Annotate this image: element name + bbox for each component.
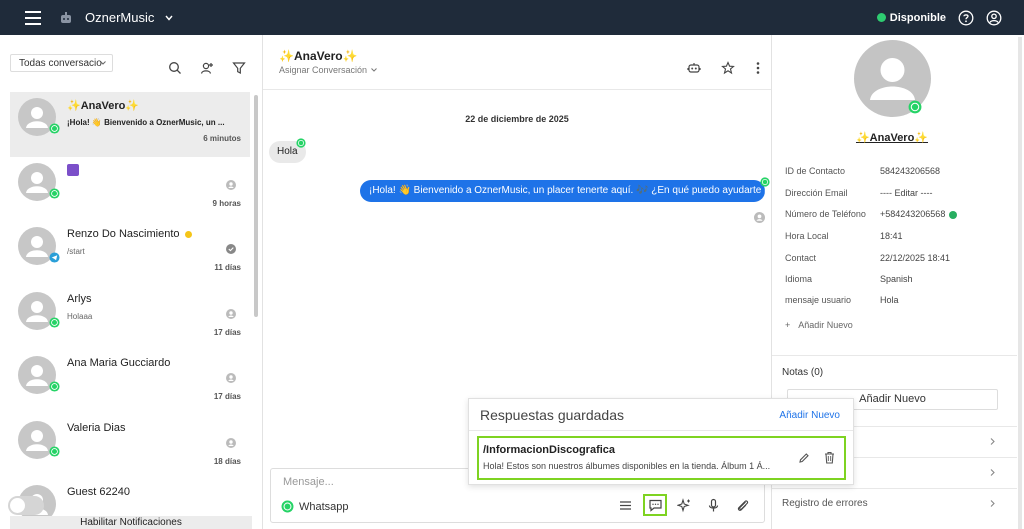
conversation-name: Guest 62240: [67, 486, 130, 498]
conversation-item[interactable]: Valeria Dias 18 días: [10, 415, 250, 480]
status-dot: [876, 13, 886, 22]
saved-reply-item[interactable]: /InformacionDiscografica Hola! Estos son…: [477, 436, 846, 480]
whatsapp-icon: [281, 500, 294, 513]
chat-header: ✨AnaVero✨ Asignar Conversación: [263, 35, 771, 90]
conversation-name: Ana Maria Gucciardo: [67, 357, 171, 369]
availability-status[interactable]: Disponible: [876, 11, 946, 24]
conversation-name: Arlys: [67, 292, 92, 305]
conversation-time: 18 días: [213, 456, 241, 466]
chevron-right-icon: [990, 469, 995, 476]
assigned-user-icon: [226, 437, 236, 448]
trash-icon[interactable]: [824, 451, 835, 464]
chevron-right-icon: [990, 438, 995, 445]
conversation-time: 9 horas: [212, 198, 241, 208]
enable-notifications-button[interactable]: Habilitar Notificaciones: [10, 516, 252, 529]
star-icon[interactable]: [721, 61, 735, 75]
filter-icon[interactable]: [232, 61, 246, 75]
conversation-name: Valeria Dias: [67, 421, 126, 434]
conversation-time: 17 días: [213, 327, 241, 337]
notifications-toggle[interactable]: [8, 496, 44, 515]
assign-conversation-dropdown[interactable]: Asignar Conversación: [279, 65, 378, 75]
conversation-time: 17 días: [213, 392, 241, 401]
bot-icon[interactable]: [687, 61, 701, 75]
chevron-down-icon: [100, 61, 106, 65]
emoji-icon: [67, 163, 79, 176]
conversation-time: 6 minutos: [203, 134, 241, 143]
conversation-list: ✨AnaVero✨ ¡Hola! 👋 Bienvenido a OznerMus…: [10, 92, 250, 529]
add-attribute-button[interactable]: + Añadir Nuevo: [785, 320, 853, 330]
top-bar: OznerMusic Disponible: [0, 0, 1024, 35]
app-name[interactable]: OznerMusic: [85, 10, 154, 25]
menu-icon[interactable]: [25, 10, 41, 25]
date-separator: 22 de diciembre de 2025: [465, 114, 569, 124]
plus-icon: +: [785, 320, 791, 330]
ai-sparkle-icon[interactable]: [677, 497, 692, 513]
saved-reply-text: Hola! Estos son nuestros álbumes disponi…: [483, 461, 771, 471]
saved-replies-popup: Respuestas guardadas Añadir Nuevo /Infor…: [468, 398, 854, 485]
list-icon[interactable]: [618, 498, 633, 513]
message-input[interactable]: Mensaje...: [283, 476, 334, 488]
conversation-item[interactable]: Ana Maria Gucciardo 17 días: [10, 350, 250, 415]
help-icon[interactable]: [958, 10, 974, 26]
conversation-filter-select[interactable]: Todas conversacio: [10, 54, 113, 72]
assigned-user-icon: [226, 179, 236, 190]
whatsapp-icon: [49, 316, 60, 328]
whatsapp-icon: [49, 445, 60, 457]
add-contact-icon[interactable]: [200, 61, 214, 75]
notes-label: Notas (0): [782, 367, 824, 378]
conversation-preview: Holaaa: [67, 311, 93, 321]
whatsapp-icon: [49, 187, 60, 199]
search-icon[interactable]: [168, 61, 182, 75]
conversation-name: Renzo Do Nascimiento: [67, 228, 192, 240]
chevron-down-icon[interactable]: [164, 13, 174, 23]
user-account-icon[interactable]: [986, 10, 1002, 26]
saved-replies-button[interactable]: [643, 494, 667, 516]
assigned-user-icon: [226, 373, 236, 383]
telegram-icon: [49, 252, 60, 263]
conversation-item[interactable]: Renzo Do Nascimiento /start 11 días: [10, 221, 250, 286]
agent-avatar-icon: [754, 212, 765, 223]
conversation-name: ✨AnaVero✨: [67, 100, 140, 112]
whatsapp-icon: [296, 138, 306, 148]
conversation-item[interactable]: Arlys Holaaa 17 días: [10, 286, 250, 351]
conversation-item[interactable]: ✨AnaVero✨ ¡Hola! 👋 Bienvenido a OznerMus…: [10, 92, 250, 157]
channel-selector[interactable]: Whatsapp: [281, 500, 349, 513]
scrollbar[interactable]: [1018, 37, 1022, 529]
saved-replies-title: Respuestas guardadas: [480, 407, 624, 423]
outgoing-message: ¡Hola! 👋 Bienvenido a OznerMusic, un pla…: [360, 180, 765, 202]
chat-bubble-icon: [648, 499, 662, 512]
conversation-list-panel: Todas conversacio ✨AnaVero✨ ¡Hola! 👋 Bie…: [0, 35, 263, 529]
chat-contact-name[interactable]: ✨AnaVero✨: [279, 49, 358, 63]
contact-name[interactable]: ✨AnaVero✨: [772, 131, 1012, 144]
more-options-icon[interactable]: [755, 61, 761, 75]
edit-icon[interactable]: [798, 452, 810, 464]
whatsapp-icon: [49, 123, 60, 134]
error-log-row[interactable]: Registro de errores: [772, 488, 1017, 519]
conversation-preview: /start: [67, 247, 85, 256]
conversation-name: [67, 163, 79, 176]
bot-logo-icon: [61, 11, 71, 23]
read-check-icon: [226, 244, 236, 254]
add-saved-reply-link[interactable]: Añadir Nuevo: [779, 410, 840, 421]
conversation-preview: ¡Hola! 👋 Bienvenido a OznerMusic, un ...: [67, 118, 225, 127]
microphone-icon[interactable]: [706, 498, 721, 513]
chevron-down-icon: [371, 68, 377, 72]
assigned-user-icon: [226, 308, 236, 319]
attachment-icon[interactable]: [735, 498, 750, 513]
chevron-right-icon: [990, 500, 995, 507]
filter-value: Todas conversacio: [19, 57, 102, 69]
conversation-time: 11 días: [214, 263, 241, 272]
whatsapp-icon: [908, 100, 922, 114]
scrollbar[interactable]: [254, 95, 258, 317]
saved-reply-title: /InformacionDiscografica: [483, 444, 616, 456]
conversation-item[interactable]: 9 horas: [10, 157, 250, 222]
whatsapp-icon: [760, 177, 770, 187]
verified-icon: [949, 210, 958, 219]
status-dot: [184, 230, 192, 238]
whatsapp-icon: [49, 381, 60, 392]
status-label: Disponible: [889, 11, 946, 24]
